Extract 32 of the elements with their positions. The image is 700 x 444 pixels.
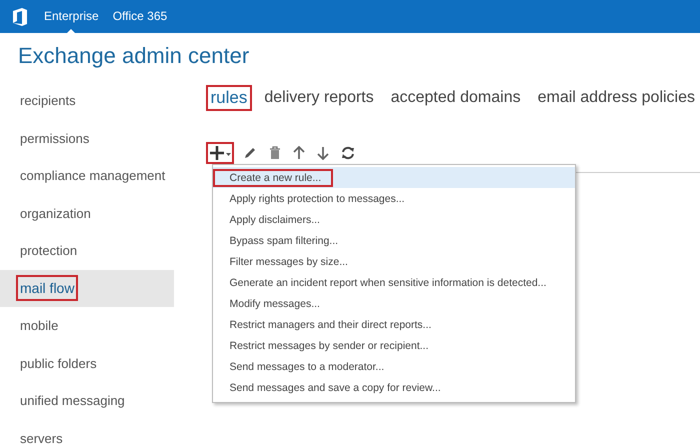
menu-item[interactable]: Generate an incident report when sensitive information is detected... — [212, 274, 558, 292]
office-logo-icon[interactable] — [12, 8, 28, 26]
sidebar-item-highlight[interactable]: mail flow — [0, 270, 174, 307]
sidebar-item[interactable]: recipients — [16, 88, 80, 114]
sidebar-item[interactable]: compliance management — [16, 163, 170, 188]
top-nav-link[interactable]: Office 365 — [112, 0, 168, 33]
menu-item[interactable]: Apply rights protection to messages... — [212, 190, 417, 208]
menu-item-highlight[interactable]: Create a new rule... — [212, 167, 574, 188]
menu-item[interactable]: Apply disclaimers... — [212, 210, 332, 228]
sidebar-item[interactable]: permissions — [16, 126, 94, 151]
tab[interactable]: rules — [206, 85, 252, 111]
sidebar-item[interactable]: organization — [16, 200, 95, 226]
menu-item[interactable]: Modify messages... — [212, 294, 332, 312]
menu-item[interactable]: Filter messages by size... — [212, 252, 360, 270]
menu-item[interactable]: Create a new rule... — [212, 168, 334, 186]
tab[interactable]: delivery reports — [259, 86, 379, 110]
tab[interactable]: accepted domains — [386, 86, 526, 110]
tab[interactable]: email address policies — [532, 86, 700, 110]
sidebar-item[interactable]: protection — [16, 238, 82, 264]
app-title: Exchange admin center — [17, 42, 250, 70]
menu-item[interactable]: Send messages to a moderator... — [212, 358, 396, 376]
menu-item[interactable]: Restrict managers and their direct reports... — [212, 316, 444, 334]
menu-item[interactable]: Bypass spam filtering... — [212, 232, 350, 250]
sidebar-item[interactable]: unified messaging — [16, 388, 129, 414]
menu-item[interactable]: Restrict messages by sender or recipient... — [212, 336, 440, 354]
sidebar-item[interactable]: mail flow — [16, 275, 78, 302]
sidebar-item[interactable]: mobile — [16, 313, 62, 338]
sidebar-item[interactable]: servers — [16, 426, 67, 444]
add-button[interactable] — [206, 142, 234, 164]
sidebar-item[interactable]: public folders — [16, 350, 101, 376]
top-nav-link[interactable]: Enterprise — [44, 0, 99, 33]
menu-item[interactable]: Send messages and save a copy for review... — [212, 378, 453, 396]
